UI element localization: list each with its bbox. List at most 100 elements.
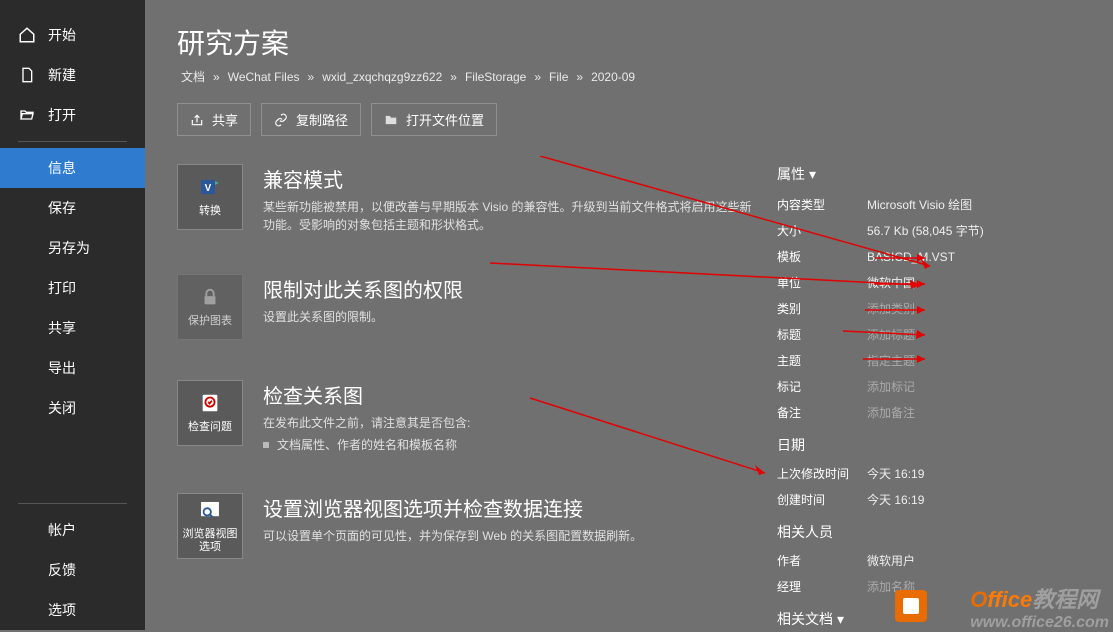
sidebar-item-open[interactable]: 打开 [0,95,145,135]
breadcrumb-separator: » [576,70,583,84]
visio-icon: V [198,175,222,199]
browser-view-tile[interactable]: 浏览器视图选项 [177,493,243,559]
sidebar-item-label: 反馈 [48,560,76,580]
sidebar: 开始新建打开 信息保存另存为打印共享导出关闭 帐户反馈选项 [0,0,145,630]
sidebar-item-export[interactable]: 导出 [0,348,145,388]
breadcrumb[interactable]: 文档 » WeChat Files » wxid_zxqchqzg9zz622 » File… [177,68,1093,85]
prop-label: 标题 [777,326,867,343]
prop-label: 内容类型 [777,196,867,213]
sidebar-item-label: 导出 [48,358,76,378]
sidebar-item-options[interactable]: 选项 [0,590,145,630]
prop-label: 上次修改时间 [777,465,867,482]
prop-value: BASICD_M.VST [867,250,955,264]
sidebar-item-new[interactable]: 新建 [0,55,145,95]
sidebar-item-start[interactable]: 开始 [0,15,145,55]
people-header: 相关人员 [777,522,1093,542]
share-icon [190,113,204,127]
section-desc: 某些新功能被禁用，以便改善与早期版本 Visio 的兼容性。升级到当前文件格式将… [263,198,757,234]
open-location-button[interactable]: 打开文件位置 [371,103,497,136]
lock-icon [198,285,222,309]
folder-icon [384,113,398,127]
prop-value[interactable]: 指定主题 [867,352,915,369]
property-row: 主题指定主题 [777,352,1093,369]
copy-path-button[interactable]: 复制路径 [261,103,361,136]
breadcrumb-segment[interactable]: 文档 [181,70,205,84]
sidebar-item-save[interactable]: 保存 [0,188,145,228]
protect-tile: 保护图表 [177,274,243,340]
sidebar-item-save-as[interactable]: 另存为 [0,228,145,268]
prop-value: Microsoft Visio 绘图 [867,196,972,213]
sidebar-item-feedback[interactable]: 反馈 [0,550,145,590]
prop-label: 创建时间 [777,491,867,508]
property-row: 大小56.7 Kb (58,045 字节) [777,222,1093,239]
dates-header: 日期 [777,435,1093,455]
section-title: 设置浏览器视图选项并检查数据连接 [263,493,757,522]
prop-value[interactable]: 添加标题 [867,326,915,343]
info-section: V转换兼容模式某些新功能被禁用，以便改善与早期版本 Visio 的兼容性。升级到… [177,164,757,234]
info-section: 保护图表限制对此关系图的权限设置此关系图的限制。 [177,274,757,340]
tile-label: 检查问题 [188,421,232,434]
share-button[interactable]: 共享 [177,103,251,136]
breadcrumb-separator: » [308,70,315,84]
sidebar-item-info[interactable]: 信息 [0,148,145,188]
property-row: 作者微软用户 [777,552,1093,569]
check-icon [198,391,222,415]
sidebar-item-label: 共享 [48,318,76,338]
main-content: 研究方案 文档»WeChat Files»wxid_zxqchqzg9zz622… [145,0,1113,630]
prop-label: 作者 [777,552,867,569]
properties-panel: 属性 ▾ 内容类型Microsoft Visio 绘图大小56.7 Kb (58… [757,164,1093,630]
prop-value[interactable]: 添加标记 [867,378,915,395]
prop-value: 56.7 Kb (58,045 字节) [867,222,984,239]
breadcrumb-separator: » [450,70,457,84]
property-row: 上次修改时间今天 16:19 [777,465,1093,482]
file-icon [18,66,36,84]
sidebar-item-print[interactable]: 打印 [0,268,145,308]
info-section: 浏览器视图选项设置浏览器视图选项并检查数据连接可以设置单个页面的可见性，并为保存… [177,493,757,559]
section-bullet: 文档属性、作者的姓名和模板名称 [263,436,757,453]
section-title: 限制对此关系图的权限 [263,274,757,303]
section-title: 检查关系图 [263,380,757,409]
breadcrumb-segment[interactable]: 2020-09 [591,70,635,84]
sidebar-item-account[interactable]: 帐户 [0,510,145,550]
prop-value[interactable]: 添加类别 [867,300,915,317]
inspect-tile[interactable]: 检查问题 [177,380,243,446]
prop-value[interactable]: 添加备注 [867,404,915,421]
link-icon [274,113,288,127]
sidebar-item-label: 新建 [48,65,76,85]
sidebar-item-share[interactable]: 共享 [0,308,145,348]
prop-label: 标记 [777,378,867,395]
sidebar-item-label: 保存 [48,198,76,218]
prop-value: 微软用户 [867,552,915,569]
divider [18,141,127,142]
section-desc: 可以设置单个页面的可见性，并为保存到 Web 的关系图配置数据刷新。 [263,527,757,545]
open-location-label: 打开文件位置 [406,110,484,129]
sidebar-item-close[interactable]: 关闭 [0,388,145,428]
properties-header[interactable]: 属性 ▾ [777,164,1093,184]
prop-value: 今天 16:19 [867,491,924,508]
prop-label: 大小 [777,222,867,239]
breadcrumb-segment[interactable]: FileStorage [465,70,526,84]
breadcrumb-segment[interactable]: WeChat Files [228,70,300,84]
sidebar-item-label: 关闭 [48,398,76,418]
property-row: 类别添加类别 [777,300,1093,317]
property-row: 内容类型Microsoft Visio 绘图 [777,196,1093,213]
sidebar-item-label: 信息 [48,158,76,178]
tile-label: 保护图表 [188,315,232,328]
divider [18,503,127,504]
toolbar: 共享 复制路径 打开文件位置 [177,103,1093,136]
breadcrumb-separator: » [213,70,220,84]
breadcrumb-segment[interactable]: wxid_zxqchqzg9zz622 [322,70,442,84]
prop-value: 微软中国 [867,274,915,291]
share-label: 共享 [212,110,238,129]
breadcrumb-segment[interactable]: File [549,70,568,84]
property-row: 单位微软中国 [777,274,1093,291]
bullet-icon [263,442,269,448]
sidebar-item-label: 另存为 [48,238,90,258]
sidebar-item-label: 帐户 [48,520,76,540]
sidebar-item-label: 打开 [48,105,76,125]
sidebar-item-label: 选项 [48,600,76,620]
property-row: 标记添加标记 [777,378,1093,395]
prop-label: 单位 [777,274,867,291]
watermark-logo-icon [895,590,927,622]
convert-tile[interactable]: V转换 [177,164,243,230]
